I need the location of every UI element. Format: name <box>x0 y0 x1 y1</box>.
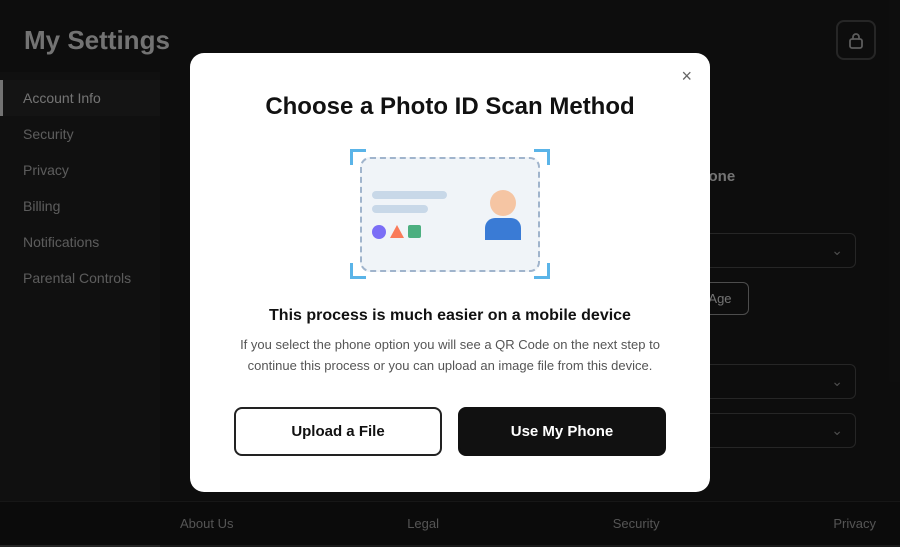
id-card-frame <box>360 157 540 272</box>
modal-hint-title: This process is much easier on a mobile … <box>234 307 666 325</box>
modal-close-button[interactable]: × <box>681 67 692 85</box>
modal-hint-desc: If you select the phone option you will … <box>234 335 666 377</box>
id-card-illustration <box>350 149 550 279</box>
page-background: My Settings Account Info Security Privac… <box>0 0 900 545</box>
modal-overlay: × Choose a Photo ID Scan Method <box>0 0 900 545</box>
id-line-2 <box>372 205 428 213</box>
use-phone-button[interactable]: Use My Phone <box>458 407 666 456</box>
photo-id-modal: × Choose a Photo ID Scan Method <box>190 53 710 492</box>
modal-title: Choose a Photo ID Scan Method <box>234 93 666 121</box>
shape-triangle <box>390 225 404 238</box>
id-card-lines <box>372 191 466 239</box>
avatar-body <box>485 218 521 240</box>
upload-file-button[interactable]: Upload a File <box>234 407 442 456</box>
avatar-container <box>478 190 528 240</box>
avatar-head <box>490 190 516 216</box>
shape-circle <box>372 225 386 239</box>
modal-buttons: Upload a File Use My Phone <box>234 407 666 456</box>
id-line-1 <box>372 191 447 199</box>
id-card-shapes <box>372 225 466 239</box>
shape-square <box>408 225 421 238</box>
